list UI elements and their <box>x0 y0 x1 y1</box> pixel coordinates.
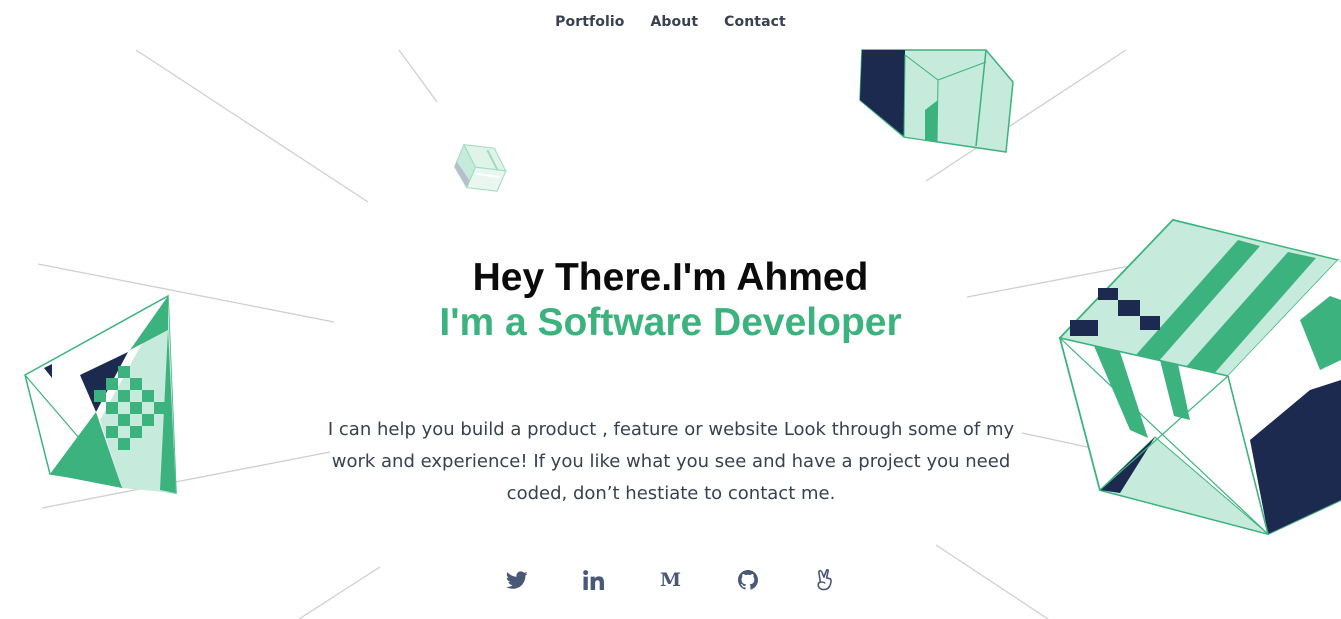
social-links: M <box>0 566 1341 594</box>
github-icon <box>737 570 758 590</box>
twitter-icon <box>505 570 528 590</box>
hero-description: I can help you build a product , feature… <box>327 419 1015 504</box>
top-cube-shape <box>859 49 1014 153</box>
twitter-link[interactable] <box>478 566 555 594</box>
medium-link[interactable]: M <box>632 566 709 594</box>
small-cube-shape <box>454 143 507 192</box>
angellist-icon <box>816 569 833 591</box>
hero-subtitle: I'm a Software Developer <box>439 301 902 344</box>
nav-item-about[interactable]: About <box>650 14 698 30</box>
nav-item-contact[interactable]: Contact <box>724 14 786 30</box>
linkedin-icon <box>583 570 604 590</box>
nav-item-portfolio[interactable]: Portfolio <box>555 14 624 30</box>
github-link[interactable] <box>709 566 786 594</box>
top-nav: Portfolio About Contact <box>0 14 1341 30</box>
medium-icon: M <box>659 569 682 591</box>
linkedin-link[interactable] <box>555 566 632 594</box>
angellist-link[interactable] <box>786 566 863 594</box>
hero-title: Hey There.I'm Ahmed <box>472 256 869 299</box>
